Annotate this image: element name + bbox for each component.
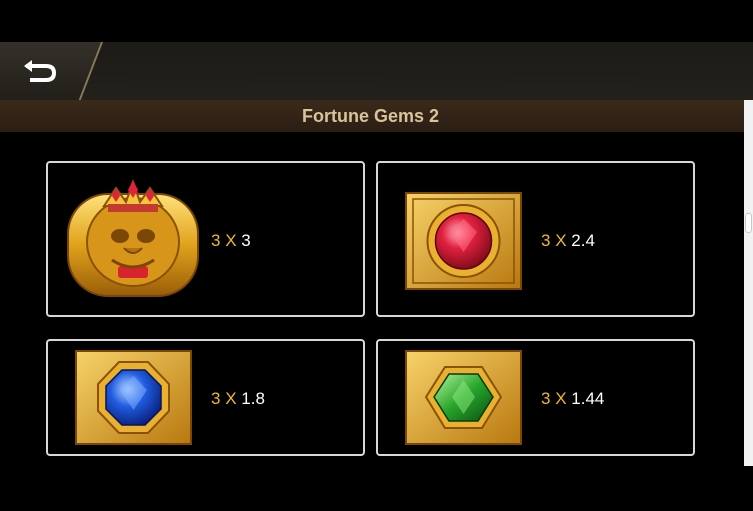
payout-text: 3 X 1.44: [541, 389, 605, 408]
payout-text: 3 X 3: [211, 231, 251, 250]
paytable-card-2: 3 X 2.4: [376, 161, 695, 317]
paytable-card-4: 3 X 1.44: [376, 339, 695, 456]
golden-mask-ring-icon: [67, 178, 199, 297]
bottom-band: [0, 466, 753, 511]
scrollbar[interactable]: [744, 100, 753, 466]
top-bar: [0, 42, 753, 100]
red-gem-icon: [405, 192, 522, 290]
paytable-card-3: 3 X 1.8: [46, 339, 365, 456]
page-title: Fortune Gems 2: [301, 106, 440, 126]
blue-gem-icon: [75, 350, 192, 445]
paytable-card-1: 3 X 3: [46, 161, 365, 317]
payout-text: 3 X 2.4: [541, 231, 595, 250]
scrollbar-thumb[interactable]: [745, 213, 752, 233]
back-arrow-icon[interactable]: [22, 58, 58, 84]
payout-text: 3 X 1.8: [211, 389, 265, 408]
green-gem-icon: [405, 350, 522, 445]
